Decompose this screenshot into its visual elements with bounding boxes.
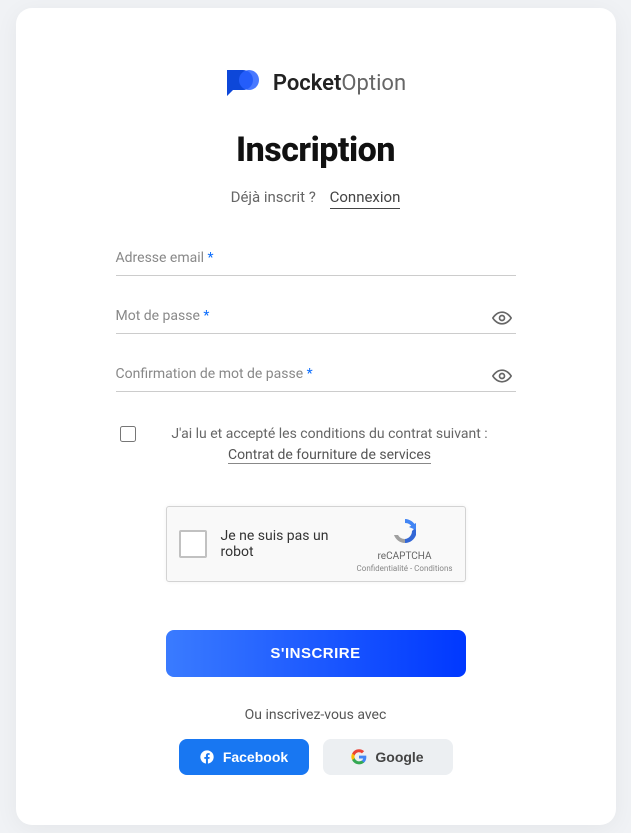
consent-checkbox[interactable] <box>120 426 136 442</box>
email-field[interactable] <box>116 250 516 276</box>
password-field-wrap: Mot de passe * <box>116 308 516 334</box>
eye-icon[interactable] <box>492 308 512 332</box>
logo-icon <box>225 68 263 98</box>
already-text: Déjà inscrit ? <box>231 188 316 206</box>
contract-link[interactable]: Contrat de fourniture de services <box>228 447 431 464</box>
consent-row: J'ai lu et accepté les conditions du con… <box>116 424 516 466</box>
brand-name: PocketOption <box>273 71 406 96</box>
confirm-password-field[interactable] <box>116 366 516 392</box>
recaptcha-icon <box>389 515 421 547</box>
email-field-wrap: Adresse email * <box>116 250 516 276</box>
facebook-icon <box>199 749 215 765</box>
recaptcha-widget[interactable]: Je ne suis pas un robot reCAPTCHA Confid… <box>166 506 466 582</box>
consent-text: J'ai lu et accepté les conditions du con… <box>148 424 512 466</box>
facebook-button[interactable]: Facebook <box>179 739 309 775</box>
google-button[interactable]: Google <box>323 739 453 775</box>
google-icon <box>351 749 367 765</box>
login-link[interactable]: Connexion <box>330 188 401 209</box>
password-field[interactable] <box>116 308 516 334</box>
submit-button[interactable]: S'INSCRIRE <box>166 630 466 677</box>
already-registered: Déjà inscrit ? Connexion <box>116 188 516 206</box>
recaptcha-label: Je ne suis pas un robot <box>221 528 357 560</box>
signup-card: PocketOption Inscription Déjà inscrit ? … <box>16 8 616 825</box>
recaptcha-checkbox[interactable] <box>179 530 207 558</box>
or-divider: Ou inscrivez-vous avec <box>116 707 516 723</box>
page-title: Inscription <box>116 130 516 170</box>
recaptcha-brand: reCAPTCHA Confidentialité - Conditions <box>357 515 453 573</box>
confirm-field-wrap: Confirmation de mot de passe * <box>116 366 516 392</box>
social-row: Facebook Google <box>116 739 516 775</box>
brand-logo: PocketOption <box>116 68 516 98</box>
eye-icon[interactable] <box>492 366 512 390</box>
